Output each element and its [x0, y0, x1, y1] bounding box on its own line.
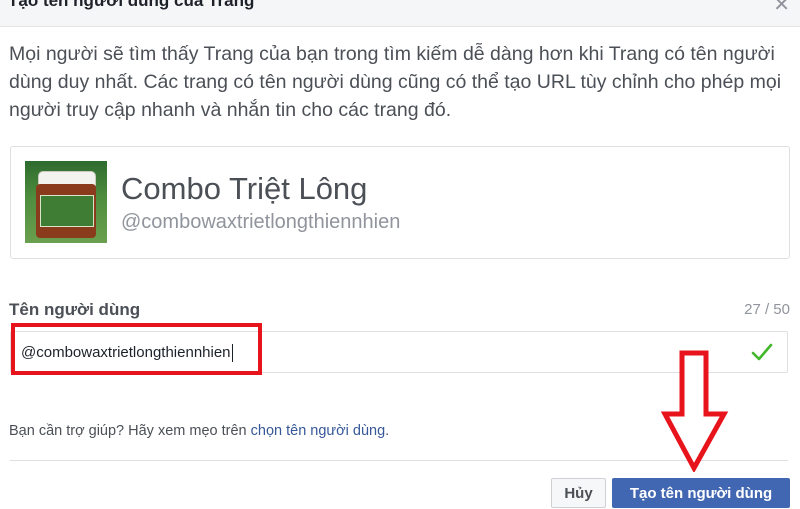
username-value: @combowaxtrietlongthiennhien — [21, 344, 231, 361]
checkmark-icon — [751, 343, 773, 361]
dialog-header: Tạo tên người dùng của Trang ✕ — [0, 0, 800, 27]
username-input[interactable]: @combowaxtrietlongthiennhien — [10, 331, 788, 373]
dialog-title: Tạo tên người dùng của Trang — [8, 0, 255, 10]
dialog-description: Mọi người sẽ tìm thấy Trang của bạn tron… — [9, 43, 782, 121]
username-label: Tên người dùng — [9, 300, 141, 319]
page-handle: @combowaxtrietlongthiennhien — [121, 211, 401, 233]
help-link[interactable]: chọn tên người dùng — [251, 423, 386, 439]
footer-divider — [10, 460, 788, 461]
create-username-button[interactable]: Tạo tên người dùng — [612, 478, 790, 508]
help-text: Bạn cần trợ giúp? Hãy xem mẹo trên chọn … — [9, 423, 390, 439]
close-icon[interactable]: ✕ — [773, 0, 790, 17]
page-preview-card: Combo Triệt Lông @combowaxtrietlongthien… — [10, 146, 790, 259]
page-name: Combo Triệt Lông — [121, 171, 368, 206]
cancel-button[interactable]: Hủy — [551, 478, 606, 508]
text-caret — [231, 344, 233, 363]
product-jar-image — [40, 195, 94, 227]
character-counter: 27 / 50 — [744, 301, 790, 318]
page-avatar — [25, 161, 107, 243]
